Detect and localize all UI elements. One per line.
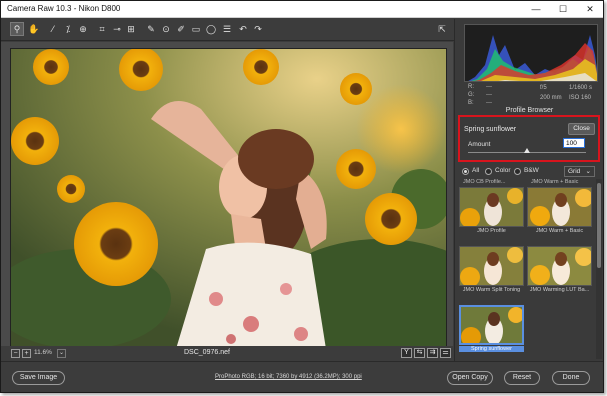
right-panel: R: --- G: --- B: --- f/5 1/1600 s 200 mm… <box>454 19 603 361</box>
workflow-options-link[interactable]: ProPhoto RGB; 16 bit; 7360 by 4912 (36.2… <box>215 374 362 380</box>
aperture-value: f/5 <box>540 85 547 91</box>
view-mode-value: Grid <box>568 168 581 175</box>
toggle-settings-icon[interactable]: ⚌ <box>440 348 451 358</box>
graduated-filter-icon[interactable]: ▭ <box>189 22 203 36</box>
open-copy-button[interactable]: Open Copy <box>447 371 493 385</box>
amount-slider-thumb[interactable] <box>524 148 530 153</box>
red-eye-icon[interactable]: ⊙ <box>159 22 173 36</box>
title-bar: Camera Raw 10.3 - Nikon D800 — ☐ ✕ <box>1 1 603 18</box>
profile-filter-row: All Color B&W Grid ⌄ <box>455 165 603 179</box>
close-button[interactable]: Close <box>568 123 595 135</box>
preferences-icon[interactable]: ☰ <box>220 22 234 36</box>
profile-browser-title: Profile Browser <box>505 107 554 114</box>
targeted-adjustment-icon[interactable]: ⊕ <box>76 22 90 36</box>
image-preview-area <box>1 42 453 358</box>
fullscreen-icon[interactable]: ⇱ <box>435 22 449 36</box>
profile-thumb[interactable]: JMO Warming LUT Ba... <box>527 239 592 296</box>
g-label: G: <box>468 92 475 98</box>
maximize-button[interactable]: ☐ <box>550 1 576 17</box>
white-balance-icon[interactable]: ⁄ <box>46 22 60 36</box>
crop-icon[interactable]: ⌗ <box>95 22 109 36</box>
profile-thumb-label: JMO Profile <box>477 228 506 234</box>
focal-length-value: 200 mm <box>540 95 562 101</box>
zoom-icon[interactable]: ⚲ <box>10 22 24 36</box>
swap-settings-icon[interactable]: ⇆ <box>414 348 425 358</box>
reset-button[interactable]: Reset <box>504 371 540 385</box>
bottom-bar: Save Image ProPhoto RGB; 16 bit; 7360 by… <box>1 361 603 392</box>
copy-settings-icon[interactable]: ⇉ <box>427 348 438 358</box>
readout: R: --- G: --- B: --- f/5 1/1600 s 200 mm… <box>464 83 598 109</box>
profile-amount-highlight: Spring sunflower Close Amount 100 <box>458 115 600 162</box>
profile-thumb-label: JMO Warm Split Toning <box>462 287 521 293</box>
profile-thumb[interactable]: JMO Warm + Basic <box>527 180 592 237</box>
zoom-level: 11.6% <box>34 349 52 356</box>
profile-thumb-image <box>459 305 524 345</box>
shutter-value: 1/1600 s <box>569 85 593 91</box>
r-label: R: <box>468 84 474 90</box>
amount-label: Amount <box>468 141 491 148</box>
selected-profile-name: Spring sunflower <box>464 126 517 133</box>
profile-thumb-selected[interactable]: Spring sunflower <box>459 298 524 355</box>
iso-value: ISO 160 <box>569 95 592 101</box>
minimize-button[interactable]: — <box>523 1 549 17</box>
save-image-button[interactable]: Save Image <box>12 371 65 385</box>
before-after-icon[interactable]: Y <box>401 348 412 358</box>
file-name: DSC_0976.nef <box>184 349 230 356</box>
filter-color-radio[interactable] <box>485 168 492 175</box>
profile-thumb-label: JMO Warm + Basic <box>535 228 584 234</box>
profile-thumb-image <box>527 187 592 227</box>
preview-photo[interactable] <box>10 48 447 348</box>
b-label: B: <box>468 100 474 106</box>
adjustment-brush-icon[interactable]: ✐ <box>174 22 188 36</box>
profile-thumb[interactable]: JMO Warm Split Toning <box>459 239 524 296</box>
view-mode-dropdown[interactable]: Grid ⌄ <box>564 166 595 177</box>
profile-thumb-image <box>459 246 524 286</box>
zoom-out-button[interactable]: − <box>11 349 20 358</box>
r-value: --- <box>486 84 492 90</box>
filter-color-label: Color <box>495 167 511 174</box>
b-value: --- <box>486 100 492 106</box>
profile-thumbnail-grid: JMO CB Profile... JMO Warm + Basic JMO P… <box>455 179 596 361</box>
profile-thumb-image <box>527 246 592 286</box>
color-sampler-icon[interactable]: ⁒ <box>61 22 75 36</box>
window-title: Camera Raw 10.3 - Nikon D800 <box>7 4 121 13</box>
filter-bw-label: B&W <box>524 167 539 174</box>
rotate-left-icon[interactable]: ↶ <box>236 22 250 36</box>
scrollbar-thumb[interactable] <box>597 183 601 268</box>
profile-scrollbar[interactable] <box>596 179 602 359</box>
done-button[interactable]: Done <box>552 371 590 385</box>
chevron-down-icon: ⌄ <box>585 168 591 175</box>
zoom-dropdown[interactable]: ⌄ <box>57 349 66 358</box>
filter-all-radio[interactable] <box>462 168 469 175</box>
histogram <box>464 24 598 82</box>
transform-icon[interactable]: ⊞ <box>124 22 138 36</box>
camera-raw-window: Camera Raw 10.3 - Nikon D800 — ☐ ✕ ⚲ ✋ ⁄… <box>0 0 604 393</box>
amount-input[interactable]: 100 <box>563 138 585 148</box>
straighten-icon[interactable]: ⊸ <box>110 22 124 36</box>
radial-filter-icon[interactable]: ◯ <box>204 22 218 36</box>
profile-thumb-image <box>459 187 524 227</box>
profile-thumb[interactable]: JMO Profile <box>459 180 524 237</box>
filter-bw-radio[interactable] <box>514 168 521 175</box>
hand-icon[interactable]: ✋ <box>27 22 41 36</box>
filter-all-label: All <box>472 167 480 174</box>
spot-removal-icon[interactable]: ✎ <box>144 22 158 36</box>
rotate-right-icon[interactable]: ↷ <box>251 22 265 36</box>
close-window-button[interactable]: ✕ <box>577 1 603 17</box>
image-status-bar: − + 11.6% ⌄ DSC_0976.nef Y ⇆ ⇉ ⚌ <box>1 346 453 361</box>
profile-thumb-label: Spring sunflower <box>459 346 524 352</box>
profile-thumb-label: JMO Warming LUT Ba... <box>529 287 590 293</box>
zoom-in-button[interactable]: + <box>22 349 31 358</box>
g-value: --- <box>486 92 492 98</box>
